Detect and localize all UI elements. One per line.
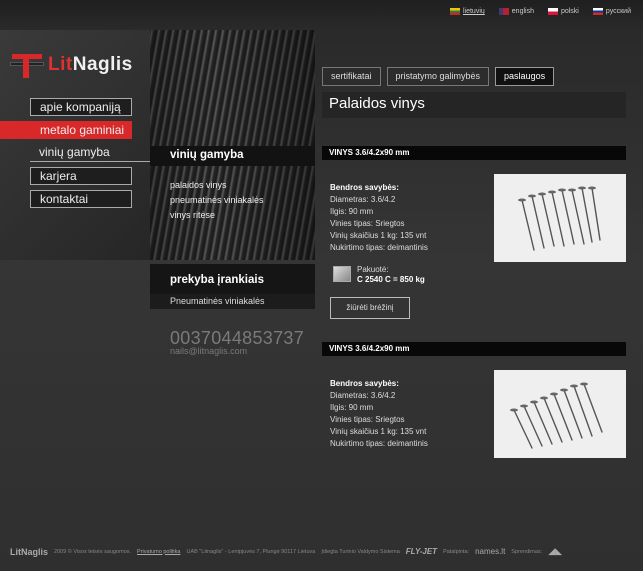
logo-mark-icon <box>10 50 44 80</box>
nav-item-nail-production[interactable]: vinių gamyba <box>30 144 160 162</box>
lang-pl[interactable]: polski <box>547 8 579 15</box>
tools-item-pneumatic-nailers[interactable]: Pneumatinės viniakalės <box>150 294 315 309</box>
pack-value: C 2540 C = 850 kg <box>357 275 425 284</box>
view-drawing-button[interactable]: žiūrėti brėžinį <box>330 297 410 319</box>
submenu-item-coil-nails[interactable]: vinys ritėse <box>170 208 315 223</box>
product-heading: VINYS 3.6/4.2x90 mm <box>322 146 626 160</box>
ru-flag-icon <box>592 8 603 15</box>
tab-services[interactable]: paslaugos <box>495 67 555 86</box>
pack-label: Pakuotė: <box>357 265 389 274</box>
spec-length: Ilgis: 90 mm <box>330 207 374 216</box>
uk-flag-icon <box>498 8 509 15</box>
nails-header-photo <box>150 30 315 260</box>
site-logo[interactable]: LitNaglis <box>10 50 133 80</box>
spec-length: Ilgis: 90 mm <box>330 403 374 412</box>
nav-item-metal-products[interactable]: metalo gaminiai <box>0 121 132 139</box>
spec-diameter: Diametras: 3.6/4.2 <box>330 391 396 400</box>
spec-count: Vinių skaičius 1 kg: 135 vnt <box>330 231 427 240</box>
lang-label: lietuvių <box>462 8 485 15</box>
lang-en[interactable]: english <box>498 8 534 15</box>
footer-privacy-link[interactable]: Privatumo politika <box>137 549 180 555</box>
tools-title: prekyba įrankiais <box>150 264 315 294</box>
footer-cms: Įdiegta Turinio Valdymo Sistema <box>321 548 400 555</box>
lang-label: english <box>511 8 534 15</box>
specs-title: Bendros savybės: <box>330 379 399 388</box>
logo-text: LitNaglis <box>48 54 133 75</box>
spec-diameter: Diametras: 3.6/4.2 <box>330 195 396 204</box>
nav-item-career[interactable]: karjera <box>30 167 132 185</box>
footer: LitNaglis 2009 © Visos teisės saugomos. … <box>10 546 638 557</box>
footer-logo[interactable]: LitNaglis <box>10 547 48 557</box>
nav-item-contacts[interactable]: kontaktai <box>30 190 132 208</box>
product-specs: Bendros savybės: Diametras: 3.6/4.2 Ilgi… <box>330 182 428 254</box>
tab-certificates[interactable]: sertifikatai <box>322 67 381 86</box>
lt-flag-icon <box>449 8 460 15</box>
footer-made-by: Patalpinta: <box>443 548 470 555</box>
box-icon <box>333 266 351 282</box>
lang-lt[interactable]: lietuvių <box>449 8 485 15</box>
footer-company: UAB "Litnaglis" - Lentpjuvės 7, Plungė 9… <box>186 548 316 555</box>
content-tabs: sertifikatai pristatymo galimybės paslau… <box>322 67 555 86</box>
nav-item-about[interactable]: apie kompaniją <box>30 98 132 116</box>
names-logo[interactable]: names.lt <box>475 547 505 556</box>
contact-email[interactable]: nails@litnaglis.com <box>170 346 247 356</box>
product-specs: Bendros savybės: Diametras: 3.6/4.2 Ilgi… <box>330 378 428 450</box>
tools-menu: prekyba įrankiais Pneumatinės viniakalės <box>150 264 315 309</box>
specs-title: Bendros savybės: <box>330 183 399 192</box>
footer-design: Sprendimas: <box>511 548 543 555</box>
product-image[interactable] <box>494 370 626 458</box>
pl-flag-icon <box>547 8 558 15</box>
nails-image-icon <box>518 186 601 251</box>
main-nav: apie kompaniją metalo gaminiai vinių gam… <box>0 98 160 213</box>
footer-copyright: 2009 © Visos teisės saugomos. <box>54 548 132 555</box>
spec-cut: Nukirtimo tipas: deimantinis <box>330 439 428 448</box>
flyjet-logo[interactable]: FLY-JET <box>406 547 437 556</box>
nails-image-icon <box>510 382 603 449</box>
design-logo-icon[interactable]: ◢◣ <box>548 546 562 557</box>
spec-type: Vinies tipas: Sriegtos <box>330 415 405 424</box>
spec-cut: Nukirtimo tipas: deimantinis <box>330 243 428 252</box>
submenu-title: vinių gamyba <box>150 146 315 166</box>
submenu-nail-production: vinių gamyba palaidos vinys pneumatinės … <box>150 146 315 223</box>
product-image[interactable] <box>494 174 626 262</box>
lang-ru[interactable]: русский <box>592 8 631 15</box>
tab-delivery-options[interactable]: pristatymo galimybės <box>386 67 490 86</box>
page: lietuvių english polski русский LitNagli… <box>0 0 643 571</box>
submenu-item-pneumatic-nailers[interactable]: pneumatinės viniakalės <box>170 193 315 208</box>
language-selector: lietuvių english polski русский <box>449 8 631 15</box>
packaging-info: Pakuotė: C 2540 C = 850 kg <box>333 265 425 285</box>
product-heading: VINYS 3.6/4.2x90 mm <box>322 342 626 356</box>
submenu-item-loose-nails[interactable]: palaidos vinys <box>170 178 315 193</box>
spec-count: Vinių skaičius 1 kg: 135 vnt <box>330 427 427 436</box>
spec-type: Vinies tipas: Sriegtos <box>330 219 405 228</box>
lang-label: русский <box>605 8 631 15</box>
lang-label: polski <box>560 8 579 15</box>
page-title: Palaidos vinys <box>322 92 626 118</box>
